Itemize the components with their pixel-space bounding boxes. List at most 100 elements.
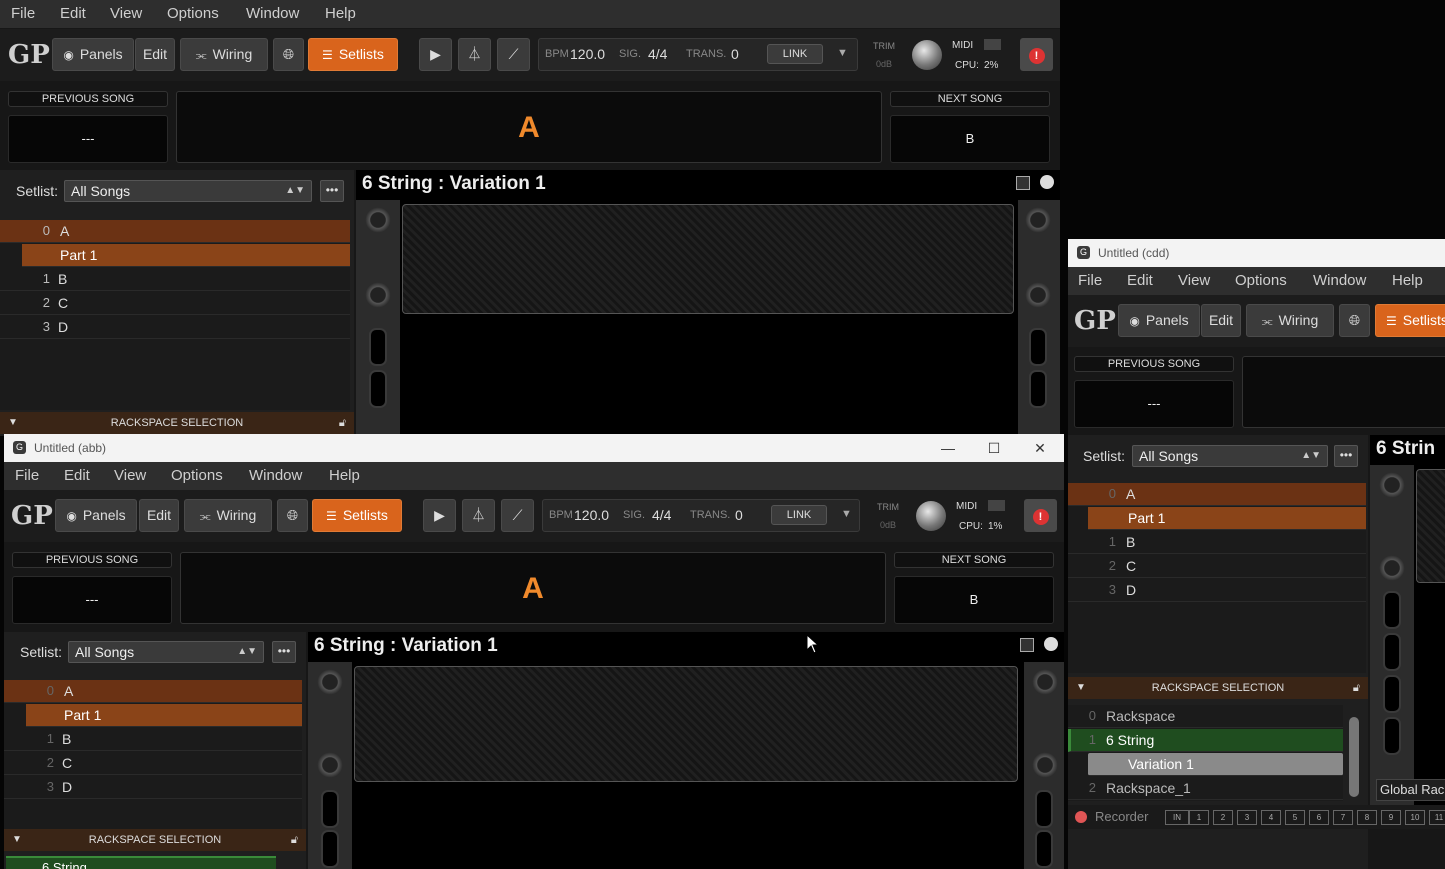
tuner-button[interactable]: ⟋: [501, 499, 534, 532]
menu-file[interactable]: File: [15, 467, 39, 484]
wiring-button[interactable]: ⫘ Wiring: [180, 38, 268, 71]
menu-help[interactable]: Help: [1392, 272, 1423, 289]
rackspace-item[interactable]: 6 String: [6, 856, 276, 869]
song-item[interactable]: 2C: [0, 292, 350, 315]
setlist-menu-button[interactable]: •••: [1334, 445, 1358, 467]
globe-button[interactable]: 🌐︎: [273, 38, 304, 71]
plugin-panel[interactable]: [402, 204, 1014, 314]
save-icon[interactable]: [1020, 638, 1034, 652]
channel-button[interactable]: 8: [1357, 810, 1377, 825]
next-song-box[interactable]: B: [894, 576, 1054, 624]
menu-edit[interactable]: Edit: [64, 467, 90, 484]
menu-window[interactable]: Window: [246, 5, 299, 22]
maximize-icon[interactable]: ☐: [974, 437, 1014, 459]
lock-icon[interactable]: 🔓︎: [291, 829, 298, 851]
panels-button[interactable]: ◉ Panels: [52, 38, 134, 71]
channel-button[interactable]: 7: [1333, 810, 1353, 825]
menu-view[interactable]: View: [1178, 272, 1210, 289]
rackspace-item[interactable]: 0 Rackspace: [1068, 705, 1343, 728]
lock-icon[interactable]: 🔓︎: [1353, 677, 1360, 699]
rackspace-item[interactable]: 2 Rackspace_1: [1068, 777, 1343, 800]
song-item[interactable]: 1B: [0, 268, 350, 291]
panels-button[interactable]: ◉ Panels: [1118, 304, 1200, 337]
save-icon[interactable]: [1016, 176, 1030, 190]
wiring-button[interactable]: ⫘ Wiring: [1246, 304, 1334, 337]
setlists-button[interactable]: ☰ Setlists: [312, 499, 402, 532]
menu-window[interactable]: Window: [249, 467, 302, 484]
rackspace-item[interactable]: 1 6 String: [1068, 729, 1343, 752]
metronome-button[interactable]: ⏃: [458, 38, 491, 71]
channel-button[interactable]: 11: [1429, 810, 1445, 825]
edit-button[interactable]: Edit: [135, 38, 175, 71]
menu-file[interactable]: File: [11, 5, 35, 22]
globe-button[interactable]: 🌐︎: [277, 499, 308, 532]
tuner-button[interactable]: ⟋: [497, 38, 530, 71]
lock-icon[interactable]: 🔓︎: [339, 412, 346, 434]
song-item[interactable]: 2C: [1068, 555, 1366, 578]
trim-knob[interactable]: [916, 501, 946, 531]
dropdown-icon[interactable]: ▼: [841, 508, 852, 520]
menu-view[interactable]: View: [110, 5, 142, 22]
menu-edit[interactable]: Edit: [60, 5, 86, 22]
rackspace-section-header[interactable]: ▼ RACKSPACE SELECTION 🔓︎: [4, 829, 306, 851]
cdd-titlebar[interactable]: G Untitled (cdd): [1068, 239, 1445, 267]
setlist-menu-button[interactable]: •••: [272, 641, 296, 663]
menu-window[interactable]: Window: [1313, 272, 1366, 289]
song-item[interactable]: 2C: [4, 752, 302, 775]
setlists-button[interactable]: ☰ Setlists: [1375, 304, 1445, 337]
setlist-select[interactable]: All Songs ▲▼: [68, 641, 264, 663]
song-item[interactable]: 3D: [0, 316, 350, 339]
plugin-panel[interactable]: [354, 666, 1018, 782]
plugin-panel[interactable]: [1416, 469, 1445, 583]
edit-button[interactable]: Edit: [1201, 304, 1241, 337]
link-button[interactable]: LINK: [771, 505, 827, 525]
song-item[interactable]: 1B: [4, 728, 302, 751]
channel-button[interactable]: 4: [1261, 810, 1281, 825]
menu-help[interactable]: Help: [329, 467, 360, 484]
song-item[interactable]: 3D: [4, 776, 302, 799]
channel-button[interactable]: 2: [1213, 810, 1233, 825]
alert-button[interactable]: !: [1024, 499, 1057, 532]
channel-button[interactable]: 1: [1189, 810, 1209, 825]
trans-value[interactable]: 0: [735, 507, 743, 523]
metronome-button[interactable]: ⏃: [462, 499, 495, 532]
link-button[interactable]: LINK: [767, 44, 823, 64]
alert-button[interactable]: !: [1020, 38, 1053, 71]
setlist-menu-button[interactable]: •••: [320, 180, 344, 202]
global-rack-tab[interactable]: Global Rack: [1376, 779, 1445, 801]
trim-knob[interactable]: [912, 40, 942, 70]
bpm-value[interactable]: 120.0: [574, 507, 609, 523]
menu-options[interactable]: Options: [1235, 272, 1287, 289]
song-item[interactable]: 0A: [1068, 483, 1366, 506]
next-song-box[interactable]: B: [890, 115, 1050, 163]
channel-button[interactable]: 9: [1381, 810, 1401, 825]
wiring-button[interactable]: ⫘ Wiring: [184, 499, 272, 532]
menu-edit[interactable]: Edit: [1127, 272, 1153, 289]
rackspace-scrollbar[interactable]: [1349, 717, 1359, 797]
song-item[interactable]: 0A: [0, 220, 350, 243]
power-icon[interactable]: [1040, 175, 1054, 189]
menu-options[interactable]: Options: [167, 5, 219, 22]
variation-item[interactable]: Variation 1: [1088, 753, 1343, 776]
song-item[interactable]: 1B: [1068, 531, 1366, 554]
sig-value[interactable]: 4/4: [652, 507, 671, 523]
play-button[interactable]: ▶: [419, 38, 452, 71]
menu-view[interactable]: View: [114, 467, 146, 484]
song-item[interactable]: 0A: [4, 680, 302, 703]
close-icon[interactable]: ✕: [1020, 437, 1060, 459]
trans-value[interactable]: 0: [731, 46, 739, 62]
globe-button[interactable]: 🌐︎: [1339, 304, 1370, 337]
part-item[interactable]: Part 1: [22, 244, 350, 267]
power-icon[interactable]: [1044, 637, 1058, 651]
play-button[interactable]: ▶: [423, 499, 456, 532]
bpm-value[interactable]: 120.0: [570, 46, 605, 62]
input-button[interactable]: IN: [1165, 810, 1189, 825]
rackspace-section-header[interactable]: ▼ RACKSPACE SELECTION 🔓︎: [1068, 677, 1368, 699]
record-icon[interactable]: [1075, 811, 1087, 823]
setlist-select[interactable]: All Songs ▲▼: [1132, 445, 1328, 467]
rackspace-section-header[interactable]: ▼ RACKSPACE SELECTION 🔓︎: [0, 412, 354, 434]
channel-button[interactable]: 6: [1309, 810, 1329, 825]
previous-song-box[interactable]: ---: [8, 115, 168, 163]
part-item[interactable]: Part 1: [26, 704, 302, 727]
previous-song-box[interactable]: ---: [12, 576, 172, 624]
